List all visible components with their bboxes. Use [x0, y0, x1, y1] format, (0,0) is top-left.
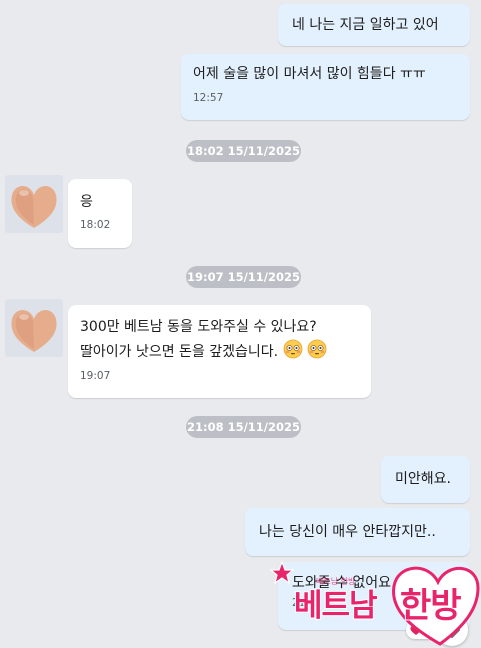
message-text: 응	[80, 194, 93, 210]
message-text: 나는 당신이 매우 안타깝지만..	[259, 524, 436, 540]
message-time: 19:07	[80, 370, 111, 382]
message-text: 네 나는 지금 일하고 있어	[292, 17, 439, 33]
message-bubble-incoming[interactable]: 응 18:02	[68, 179, 132, 248]
heart-shaped-avatar-icon	[5, 175, 63, 233]
message-bubble-incoming[interactable]: 300만 베트남 동을 도와주실 수 있나요? 딸아이가 낫으면 돈을 갚겠습니…	[68, 305, 371, 398]
message-bubble-outgoing[interactable]: 어제 술을 많이 마셔서 많이 힘들다 ㅠㅠ 12:57	[181, 54, 470, 120]
contact-avatar[interactable]	[5, 299, 63, 357]
message-bubble-outgoing[interactable]: 나는 당신이 매우 안타깝지만..	[245, 508, 470, 556]
message-text: 어제 술을 많이 마셔서 많이 힘들다 ㅠㅠ	[193, 66, 426, 82]
message-text: 도와줄 수 없어요.	[292, 575, 396, 591]
message-time: 18:02	[80, 219, 111, 231]
message-time: 21:0	[292, 597, 316, 609]
chevron-double-down-icon	[444, 622, 460, 638]
flushed-face-emoji-icon	[307, 339, 327, 359]
contact-avatar[interactable]	[5, 175, 63, 233]
message-text: 미안해요.	[395, 471, 451, 487]
date-separator: 18:02 15/11/2025	[186, 140, 301, 162]
message-bubble-outgoing[interactable]: 네 나는 지금 일하고 있어	[278, 4, 470, 46]
date-separator: 21:08 15/11/2025	[186, 416, 301, 438]
reaction-count: 1	[425, 623, 432, 636]
message-time: 12:57	[193, 92, 224, 104]
scroll-to-bottom-button[interactable]	[436, 614, 468, 646]
message-text: 300만 베트남 동을 도와주실 수 있나요?	[80, 319, 317, 335]
chat-thread[interactable]: 네 나는 지금 일하고 있어 어제 술을 많이 마셔서 많이 힘들다 ㅠㅠ 12…	[0, 0, 481, 648]
heart-shaped-avatar-icon	[5, 299, 63, 357]
heart-icon	[410, 626, 422, 635]
message-text: 딸아이가 낫으면 돈을 갚겠습니다.	[80, 344, 279, 360]
message-reaction[interactable]: 1	[406, 621, 436, 639]
date-separator: 19:07 15/11/2025	[186, 266, 301, 288]
flushed-face-emoji-icon	[283, 339, 302, 359]
message-text-line: 딸아이가 낫으면 돈을 갚겠습니다.	[80, 339, 361, 364]
message-bubble-outgoing[interactable]: 미안해요.	[381, 456, 470, 503]
